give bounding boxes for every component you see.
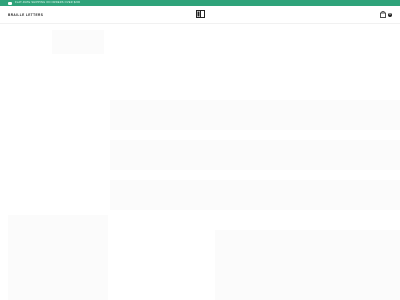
braille-book-logo[interactable]	[196, 10, 205, 18]
content-placeholder	[110, 180, 400, 210]
header-actions: 0	[380, 11, 392, 18]
content-placeholder	[52, 30, 104, 54]
nav-link-braille-letters[interactable]: BRAILLE LETTERS	[8, 13, 43, 17]
content-placeholder	[8, 215, 108, 300]
shopping-bag-icon[interactable]	[380, 11, 386, 18]
content-placeholder	[110, 140, 400, 170]
content-placeholder	[110, 100, 400, 130]
cart-count-badge[interactable]: 0	[388, 12, 392, 17]
content-placeholder	[215, 230, 400, 300]
truck-icon	[8, 1, 12, 5]
header-divider	[0, 23, 400, 24]
site-header: BRAILLE LETTERS 0	[0, 6, 400, 23]
